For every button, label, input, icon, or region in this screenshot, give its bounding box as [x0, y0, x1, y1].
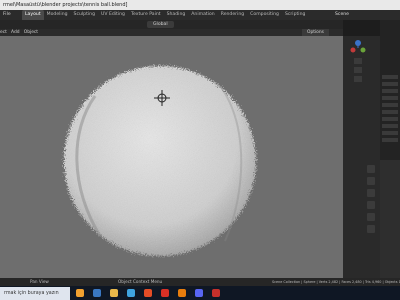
- app-icon[interactable]: [127, 289, 135, 297]
- app-icon[interactable]: [144, 289, 152, 297]
- window-title: rmel\Masaüstü\blender projects\tennis ba…: [0, 0, 400, 10]
- outliner-row[interactable]: [382, 96, 398, 100]
- outliner-row[interactable]: [382, 82, 398, 86]
- outliner-row[interactable]: [382, 75, 398, 79]
- scene-selector[interactable]: Scene: [335, 10, 349, 20]
- fuzzy-ball-render: [64, 66, 256, 256]
- tab-layout[interactable]: Layout: [22, 10, 44, 20]
- viewport-header: ect Add Object Options: [0, 29, 343, 36]
- menu-add[interactable]: Add: [11, 30, 20, 35]
- transform-orientation-dropdown[interactable]: Global: [147, 21, 174, 28]
- tool-icon[interactable]: [367, 201, 375, 209]
- properties-panel[interactable]: [380, 160, 400, 278]
- outliner-row[interactable]: [382, 103, 398, 107]
- outliner-row[interactable]: [382, 138, 398, 142]
- tool-icon[interactable]: [367, 177, 375, 185]
- status-object-context-menu: Object Context Menu: [118, 279, 163, 284]
- 3d-viewport[interactable]: [0, 36, 343, 278]
- tab-scripting[interactable]: Scripting: [282, 10, 308, 20]
- outliner-row[interactable]: [382, 131, 398, 135]
- status-bar: Pan View Object Context Menu Scene Colle…: [0, 278, 400, 286]
- outliner-row[interactable]: [382, 124, 398, 128]
- app-icon[interactable]: [212, 289, 220, 297]
- tab-texture-paint[interactable]: Texture Paint: [128, 10, 164, 20]
- menu-object[interactable]: Object: [24, 30, 38, 35]
- outliner-row[interactable]: [382, 89, 398, 93]
- tool-icon[interactable]: [367, 213, 375, 221]
- options-dropdown[interactable]: Options: [302, 29, 329, 36]
- tab-compositing[interactable]: Compositing: [247, 10, 282, 20]
- tab-uv-editing[interactable]: UV Editing: [98, 10, 128, 20]
- status-scene-stats: Scene Collection | Sphere | Verts 2,482 …: [272, 280, 400, 284]
- folder-icon[interactable]: [110, 289, 118, 297]
- workspace-tabs: Layout Modeling Sculpting UV Editing Tex…: [22, 10, 308, 20]
- outliner-row[interactable]: [382, 117, 398, 121]
- viewport-menus: ect Add Object: [0, 29, 38, 36]
- viewport-header-top: Global: [0, 20, 343, 29]
- tab-animation[interactable]: Animation: [188, 10, 217, 20]
- tool-icon[interactable]: [367, 165, 375, 173]
- app-icon[interactable]: [161, 289, 169, 297]
- app-icon[interactable]: [195, 289, 203, 297]
- app-icon[interactable]: [76, 289, 84, 297]
- tab-sculpting[interactable]: Sculpting: [71, 10, 98, 20]
- status-pan-view: Pan View: [30, 279, 49, 284]
- system-tray: [278, 286, 400, 300]
- tool-icon[interactable]: [367, 189, 375, 197]
- blender-icon[interactable]: [178, 289, 186, 297]
- top-bar: File Layout Modeling Sculpting UV Editin…: [0, 10, 400, 20]
- taskbar-search-input[interactable]: rmak için buraya yazın: [0, 287, 70, 300]
- tab-rendering[interactable]: Rendering: [218, 10, 247, 20]
- tab-shading[interactable]: Shading: [164, 10, 189, 20]
- tool-icon[interactable]: [367, 225, 375, 233]
- menu-select[interactable]: ect: [0, 30, 7, 35]
- app-icon[interactable]: [93, 289, 101, 297]
- outliner-row[interactable]: [382, 110, 398, 114]
- tab-modeling[interactable]: Modeling: [44, 10, 71, 20]
- file-menu[interactable]: File: [3, 10, 11, 20]
- navigation-gizmo[interactable]: [349, 38, 367, 88]
